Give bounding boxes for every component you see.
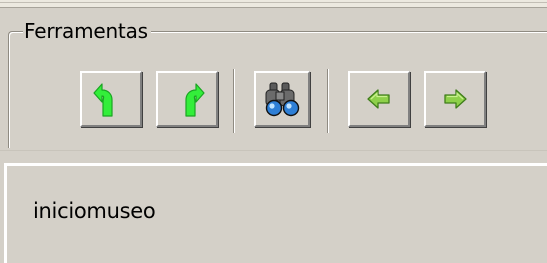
- binoculars-icon: [265, 82, 300, 117]
- arrow-left-icon: [367, 89, 390, 109]
- toolbar-separator: [327, 69, 328, 133]
- back-button[interactable]: [348, 71, 410, 127]
- toolbar-separator: [233, 69, 234, 133]
- window-top-edge: [0, 0, 547, 8]
- redo-button[interactable]: [156, 71, 218, 127]
- undo-button[interactable]: [80, 71, 142, 127]
- forward-button[interactable]: [424, 71, 486, 127]
- find-button[interactable]: [254, 71, 310, 127]
- undo-arrow-icon: [93, 83, 113, 117]
- arrow-right-icon: [444, 89, 467, 109]
- redo-arrow-icon: [185, 83, 205, 117]
- current-page-label: iniciomuseo: [33, 199, 156, 223]
- panel-divider: [0, 150, 547, 151]
- groupbox-title: Ferramentas: [23, 18, 151, 44]
